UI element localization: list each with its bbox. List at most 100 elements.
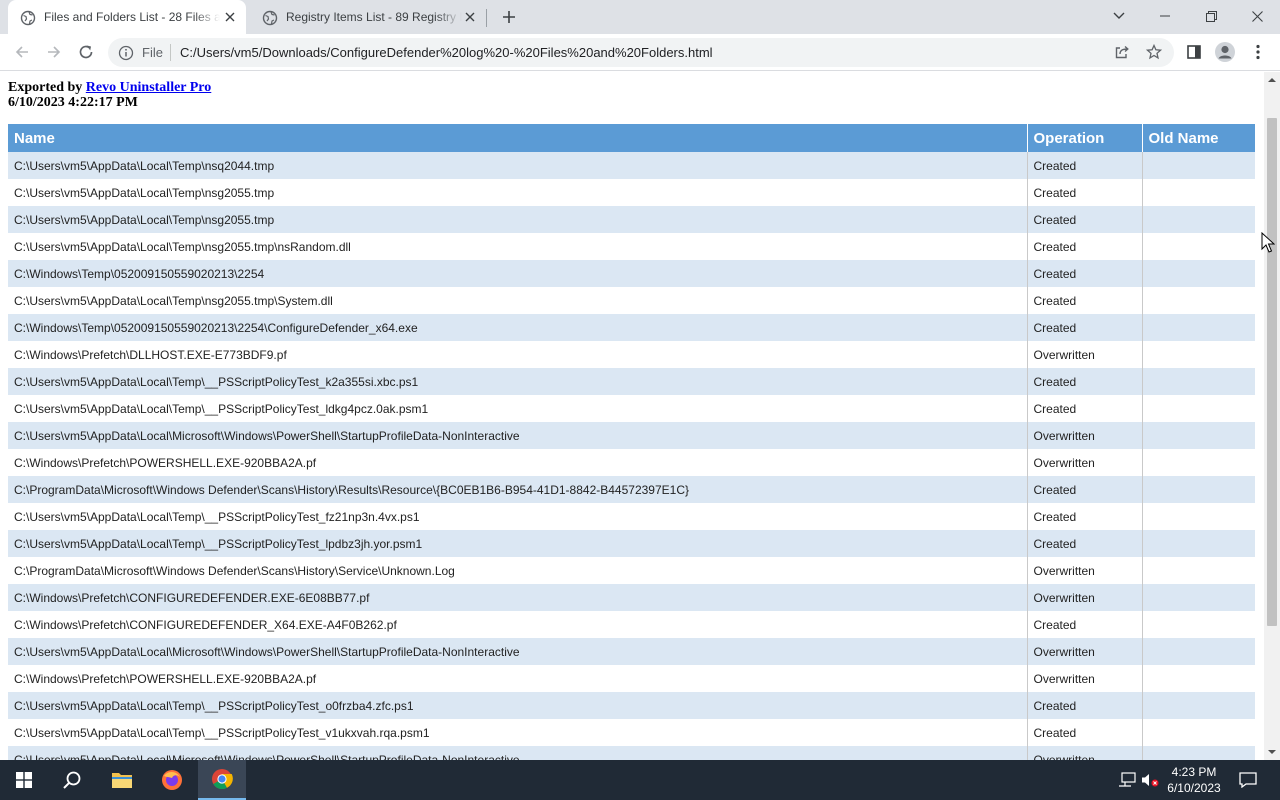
table-row[interactable]: C:\Users\vm5\AppData\Local\Microsoft\Win… [8,638,1255,665]
cell-operation: Created [1027,476,1143,503]
address-bar[interactable]: File C:/Users/vm5/Downloads/ConfigureDef… [108,38,1174,67]
table-row[interactable]: C:\Users\vm5\AppData\Local\Temp\nsq2044.… [8,152,1255,179]
table-row[interactable]: C:\Users\vm5\AppData\Local\Temp\nsg2055.… [8,287,1255,314]
revo-uninstaller-link[interactable]: Revo Uninstaller Pro [86,80,211,95]
firefox-button[interactable] [148,760,196,800]
table-row[interactable]: C:\Windows\Temp\052009150559020213\2254 C… [8,260,1255,287]
reload-button[interactable] [74,40,98,64]
cell-name: C:\Windows\Prefetch\CONFIGUREDEFENDER.EX… [8,584,1028,611]
table-row[interactable]: C:\Windows\Prefetch\CONFIGUREDEFENDER.EX… [8,584,1255,611]
clock-time: 4:23 PM [1171,765,1217,779]
table-row[interactable]: C:\Users\vm5\AppData\Local\Temp\__PSScri… [8,503,1255,530]
tab-registry-items[interactable]: Registry Items List - 89 Registry Items [250,0,486,34]
export-header: Exported by Revo Uninstaller Pro 6/10/20… [8,80,211,110]
tab-title: Registry Items List - 89 Registry Items [286,10,462,24]
column-header-old-name[interactable]: Old Name [1142,124,1255,152]
system-clock[interactable]: 4:23 PM 6/10/2023 [1158,764,1230,796]
cell-operation: Created [1027,719,1143,746]
cell-name: C:\Users\vm5\AppData\Local\Temp\nsg2055.… [8,206,1028,233]
star-icon [1146,44,1162,60]
close-tab-icon[interactable] [462,9,478,25]
close-window-button[interactable] [1234,0,1280,32]
url-text[interactable]: C:/Users/vm5/Downloads/ConfigureDefender… [180,45,713,60]
new-tab-button[interactable] [498,6,520,28]
table-header-row: Name Operation Old Name [8,124,1255,152]
forward-button[interactable] [42,40,66,64]
table-row[interactable]: C:\Users\vm5\AppData\Local\Temp\nsg2055.… [8,233,1255,260]
plus-icon [503,11,515,23]
column-header-name[interactable]: Name [8,124,1028,152]
table-row[interactable]: C:\Users\vm5\AppData\Local\Microsoft\Win… [8,422,1255,449]
network-status[interactable] [1116,760,1138,800]
restore-button[interactable] [1188,0,1234,32]
scroll-up-button[interactable] [1264,72,1280,88]
cell-name: C:\Users\vm5\AppData\Local\Temp\__PSScri… [8,692,1028,719]
cell-operation: Created [1027,179,1143,206]
table-row[interactable]: C:\Users\vm5\AppData\Local\Temp\__PSScri… [8,368,1255,395]
notifications-button[interactable] [1234,760,1262,800]
cell-name: C:\Users\vm5\AppData\Local\Microsoft\Win… [8,746,1028,760]
cell-old-name [1142,476,1255,503]
table-row[interactable]: C:\Windows\Prefetch\POWERSHELL.EXE-920BB… [8,449,1255,476]
cell-operation: Created [1027,530,1143,557]
cell-name: C:\Users\vm5\AppData\Local\Temp\__PSScri… [8,368,1028,395]
cell-old-name [1142,503,1255,530]
share-button[interactable] [1110,40,1134,64]
chevron-down-icon [1113,12,1125,19]
back-button[interactable] [10,40,34,64]
tab-files-and-folders[interactable]: Files and Folders List - 28 Files and Fo… [8,0,246,34]
table-row[interactable]: C:\Users\vm5\AppData\Local\Temp\nsg2055.… [8,179,1255,206]
cell-old-name [1142,287,1255,314]
table-row[interactable]: C:\Users\vm5\AppData\Local\Temp\__PSScri… [8,719,1255,746]
search-icon [63,771,81,789]
minimize-icon [1160,15,1170,17]
files-and-folders-table: Name Operation Old Name C:\Users\vm5\App… [8,124,1255,760]
table-row[interactable]: C:\Users\vm5\AppData\Local\Temp\__PSScri… [8,530,1255,557]
table-row[interactable]: C:\Windows\Prefetch\POWERSHELL.EXE-920BB… [8,665,1255,692]
vertical-scrollbar[interactable] [1264,72,1280,760]
cell-old-name [1142,584,1255,611]
scrollbar-thumb[interactable] [1267,118,1277,626]
cell-name: C:\Windows\Prefetch\POWERSHELL.EXE-920BB… [8,665,1028,692]
scheme-label: File [142,45,163,60]
bookmark-button[interactable] [1142,40,1166,64]
firefox-icon [162,770,182,790]
cell-old-name [1142,557,1255,584]
scroll-down-button[interactable] [1264,744,1280,760]
arrow-right-icon [48,46,61,58]
table-row[interactable]: C:\ProgramData\Microsoft\Windows Defende… [8,476,1255,503]
chrome-button[interactable] [198,760,246,800]
share-icon [1115,45,1129,59]
tab-search-button[interactable] [1096,0,1142,32]
table-row[interactable]: C:\Users\vm5\AppData\Local\Temp\__PSScri… [8,395,1255,422]
table-row[interactable]: C:\Users\vm5\AppData\Local\Temp\__PSScri… [8,692,1255,719]
table-row[interactable]: C:\Windows\Temp\052009150559020213\2254\… [8,314,1255,341]
minimize-button[interactable] [1142,0,1188,32]
side-panel-button[interactable] [1182,40,1206,64]
tab-separator [486,9,487,27]
cell-name: C:\Users\vm5\AppData\Local\Microsoft\Win… [8,638,1028,665]
notification-icon [1239,772,1257,788]
menu-button[interactable] [1246,40,1270,64]
search-button[interactable] [48,760,96,800]
file-explorer-button[interactable] [98,760,146,800]
cell-old-name [1142,611,1255,638]
start-button[interactable] [0,760,48,800]
cell-operation: Overwritten [1027,584,1143,611]
folder-icon [112,773,132,788]
cell-operation: Overwritten [1027,557,1143,584]
table-row[interactable]: C:\Users\vm5\AppData\Local\Temp\nsg2055.… [8,206,1255,233]
table-row[interactable]: C:\Windows\Prefetch\DLLHOST.EXE-E773BDF9… [8,341,1255,368]
table-row[interactable]: C:\Users\vm5\AppData\Local\Microsoft\Win… [8,746,1255,760]
column-header-operation[interactable]: Operation [1027,124,1143,152]
info-icon[interactable] [118,45,134,61]
volume-control[interactable] [1140,760,1160,800]
table-row[interactable]: C:\ProgramData\Microsoft\Windows Defende… [8,557,1255,584]
profile-button[interactable] [1213,40,1237,64]
avatar-icon [1215,42,1235,62]
table-row[interactable]: C:\Windows\Prefetch\CONFIGUREDEFENDER_X6… [8,611,1255,638]
cell-name: C:\Users\vm5\AppData\Local\Temp\__PSScri… [8,503,1028,530]
arrow-left-icon [15,46,28,58]
cell-name: C:\Users\vm5\AppData\Local\Temp\nsq2044.… [8,152,1028,179]
close-tab-icon[interactable] [222,9,238,25]
